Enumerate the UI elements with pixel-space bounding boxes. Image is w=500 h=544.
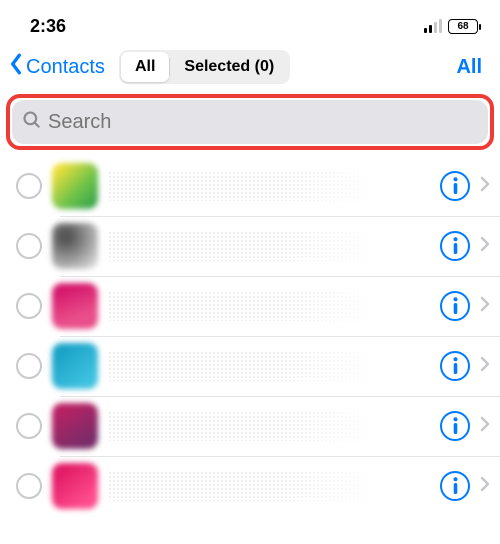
contact-row[interactable] [0, 156, 500, 216]
info-button[interactable] [440, 351, 470, 381]
chevron-right-icon [480, 416, 490, 437]
contact-name-redacted [108, 231, 430, 261]
cellular-signal-icon [424, 19, 442, 33]
status-bar: 2:36 68 [0, 0, 500, 44]
chevron-right-icon [480, 356, 490, 377]
select-radio[interactable] [16, 473, 42, 499]
info-icon [452, 357, 459, 375]
info-button[interactable] [440, 171, 470, 201]
segment-selected[interactable]: Selected (0) [170, 52, 288, 82]
status-right: 68 [424, 19, 478, 34]
select-radio[interactable] [16, 173, 42, 199]
status-time: 2:36 [30, 16, 66, 37]
back-button[interactable]: Contacts [8, 53, 105, 81]
select-radio[interactable] [16, 293, 42, 319]
segmented-control: All Selected (0) [119, 50, 290, 84]
contact-row[interactable] [0, 276, 500, 336]
select-radio[interactable] [16, 233, 42, 259]
battery-percent: 68 [457, 21, 468, 32]
contact-row[interactable] [0, 396, 500, 456]
avatar [52, 403, 98, 449]
select-radio[interactable] [16, 353, 42, 379]
avatar [52, 343, 98, 389]
avatar [52, 283, 98, 329]
search-highlight [6, 94, 494, 150]
chevron-right-icon [480, 176, 490, 197]
info-icon [452, 477, 459, 495]
chevron-right-icon [480, 296, 490, 317]
contact-row[interactable] [0, 456, 500, 516]
contact-name-redacted [108, 411, 430, 441]
info-icon [452, 177, 459, 195]
segment-all[interactable]: All [121, 52, 169, 82]
chevron-left-icon [8, 53, 24, 81]
contact-name-redacted [108, 351, 430, 381]
contact-row[interactable] [0, 216, 500, 276]
info-button[interactable] [440, 231, 470, 261]
contact-name-redacted [108, 291, 430, 321]
info-icon [452, 417, 459, 435]
info-button[interactable] [440, 471, 470, 501]
contacts-list [0, 156, 500, 516]
select-radio[interactable] [16, 413, 42, 439]
avatar [52, 163, 98, 209]
chevron-right-icon [480, 476, 490, 497]
contact-name-redacted [108, 471, 430, 501]
battery-icon: 68 [448, 19, 478, 34]
search-field[interactable] [12, 100, 488, 144]
avatar [52, 463, 98, 509]
contact-name-redacted [108, 171, 430, 201]
info-button[interactable] [440, 291, 470, 321]
select-all-button[interactable]: All [456, 56, 486, 79]
search-icon [22, 110, 42, 135]
avatar [52, 223, 98, 269]
contact-row[interactable] [0, 336, 500, 396]
chevron-right-icon [480, 236, 490, 257]
info-icon [452, 237, 459, 255]
back-label: Contacts [26, 56, 105, 79]
navigation-bar: Contacts All Selected (0) All [0, 44, 500, 94]
search-input[interactable] [48, 111, 478, 134]
info-button[interactable] [440, 411, 470, 441]
info-icon [452, 297, 459, 315]
